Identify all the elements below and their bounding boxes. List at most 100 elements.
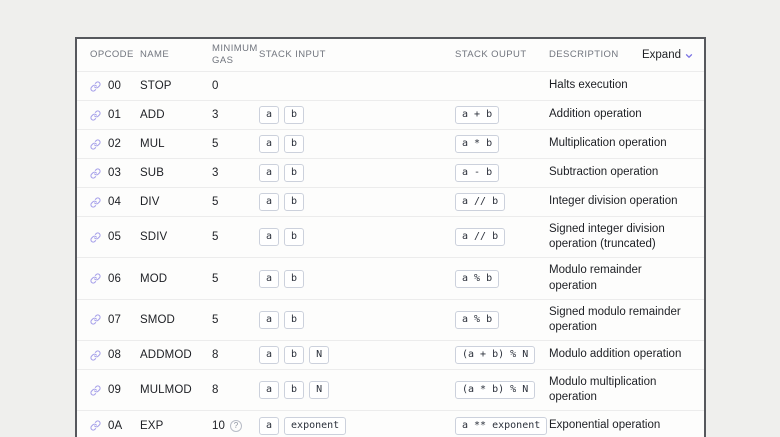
description-value: Subtraction operation	[549, 163, 694, 182]
opcode-value: 04	[108, 196, 121, 208]
name-value: SMOD	[140, 314, 212, 326]
link-icon[interactable]	[90, 350, 101, 361]
col-header-name: NAME	[140, 49, 212, 61]
name-value: MOD	[140, 273, 212, 285]
description-value: Signed modulo remainder operation	[549, 303, 694, 337]
name-value: MUL	[140, 138, 212, 150]
stack-input-cell: ab	[259, 226, 455, 248]
expand-button[interactable]: Expand	[642, 49, 694, 61]
link-icon[interactable]	[90, 81, 101, 92]
stack-item-tag: a	[259, 346, 279, 364]
link-icon[interactable]	[90, 197, 101, 208]
stack-item-tag: a % b	[455, 270, 499, 288]
link-icon[interactable]	[90, 139, 101, 150]
gas-value: 3	[212, 167, 219, 179]
stack-item-tag: a // b	[455, 228, 505, 246]
stack-item-tag: a % b	[455, 311, 499, 329]
opcode-value: 06	[108, 273, 121, 285]
stack-item-tag: b	[284, 346, 304, 364]
stack-item-tag: a + b	[455, 106, 499, 124]
stack-item-tag: a // b	[455, 193, 505, 211]
table-row[interactable]: 07 SMOD 5 ab a % b Signed modulo remaind…	[77, 300, 704, 341]
description-value: Halts execution	[549, 76, 694, 95]
table-row[interactable]: 01 ADD 3 ab a + b Addition operation	[77, 101, 704, 130]
description-value: Signed integer division operation (trunc…	[549, 220, 694, 254]
name-value: ADDMOD	[140, 349, 212, 361]
stack-item-tag: a	[259, 417, 279, 435]
stack-input-cell	[259, 84, 455, 88]
link-icon[interactable]	[90, 420, 101, 431]
table-row[interactable]: 06 MOD 5 ab a % b Modulo remainder opera…	[77, 258, 704, 299]
name-value: DIV	[140, 196, 212, 208]
col-header-opcode: OPCODE	[90, 49, 140, 61]
stack-output-cell: (a * b) % N	[455, 379, 549, 401]
stack-input-cell: ab	[259, 309, 455, 331]
table-row[interactable]: 09 MULMOD 8 abN (a * b) % N Modulo multi…	[77, 370, 704, 411]
gas-value: 8	[212, 349, 219, 361]
name-value: STOP	[140, 80, 212, 92]
link-icon[interactable]	[90, 314, 101, 325]
stack-item-tag: b	[284, 311, 304, 329]
help-circle-icon[interactable]: ?	[230, 420, 242, 432]
stack-output-cell: a // b	[455, 191, 549, 213]
description-value: Exponential operation	[549, 416, 694, 435]
link-icon[interactable]	[90, 232, 101, 243]
stack-item-tag: (a + b) % N	[455, 346, 535, 364]
stack-output-cell	[455, 84, 549, 88]
opcode-value: 00	[108, 80, 121, 92]
gas-value: 5	[212, 196, 219, 208]
stack-item-tag: a	[259, 164, 279, 182]
stack-item-tag: a	[259, 106, 279, 124]
stack-item-tag: a * b	[455, 135, 499, 153]
stack-input-cell: ab	[259, 162, 455, 184]
link-icon[interactable]	[90, 273, 101, 284]
opcode-value: 08	[108, 349, 121, 361]
table-row[interactable]: 05 SDIV 5 ab a // b Signed integer divis…	[77, 217, 704, 258]
description-value: Modulo remainder operation	[549, 261, 694, 295]
opcode-value: 03	[108, 167, 121, 179]
col-header-minimum-gas: MINIMUM GAS	[212, 43, 259, 68]
stack-output-cell: a % b	[455, 268, 549, 290]
name-value: MULMOD	[140, 384, 212, 396]
stack-input-cell: ab	[259, 191, 455, 213]
opcode-reference-table: OPCODE NAME MINIMUM GAS STACK INPUT STAC…	[75, 37, 706, 437]
opcode-value: 07	[108, 314, 121, 326]
stack-item-tag: b	[284, 193, 304, 211]
name-value: EXP	[140, 420, 212, 432]
table-row[interactable]: 08 ADDMOD 8 abN (a + b) % N Modulo addit…	[77, 341, 704, 370]
col-header-description: DESCRIPTION	[549, 49, 619, 61]
stack-output-cell: a - b	[455, 162, 549, 184]
stack-output-cell: a + b	[455, 104, 549, 126]
table-row[interactable]: 04 DIV 5 ab a // b Integer division oper…	[77, 188, 704, 217]
stack-item-tag: a	[259, 228, 279, 246]
description-value: Integer division operation	[549, 192, 694, 211]
table-row[interactable]: 0A EXP 10 ? aexponent a ** exponent Expo…	[77, 411, 704, 437]
description-value: Multiplication operation	[549, 134, 694, 153]
link-icon[interactable]	[90, 110, 101, 121]
table-header: OPCODE NAME MINIMUM GAS STACK INPUT STAC…	[77, 39, 704, 72]
stack-item-tag: b	[284, 135, 304, 153]
stack-output-cell: a % b	[455, 309, 549, 331]
stack-input-cell: abN	[259, 379, 455, 401]
stack-output-cell: (a + b) % N	[455, 344, 549, 366]
stack-item-tag: a	[259, 311, 279, 329]
stack-item-tag: exponent	[284, 417, 346, 435]
stack-item-tag: a - b	[455, 164, 499, 182]
col-header-stack-input: STACK INPUT	[259, 49, 455, 61]
table-row[interactable]: 00 STOP 0 Halts execution	[77, 72, 704, 101]
stack-item-tag: N	[309, 381, 329, 399]
description-value: Addition operation	[549, 105, 694, 124]
link-icon[interactable]	[90, 385, 101, 396]
stack-input-cell: ab	[259, 104, 455, 126]
stack-output-cell: a * b	[455, 133, 549, 155]
name-value: SUB	[140, 167, 212, 179]
table-row[interactable]: 02 MUL 5 ab a * b Multiplication operati…	[77, 130, 704, 159]
stack-input-cell: ab	[259, 133, 455, 155]
stack-item-tag: a	[259, 135, 279, 153]
stack-item-tag: a	[259, 193, 279, 211]
stack-item-tag: b	[284, 381, 304, 399]
table-body: 00 STOP 0 Halts execution 01 ADD 3 ab a …	[77, 72, 704, 437]
stack-item-tag: a	[259, 381, 279, 399]
table-row[interactable]: 03 SUB 3 ab a - b Subtraction operation	[77, 159, 704, 188]
link-icon[interactable]	[90, 168, 101, 179]
